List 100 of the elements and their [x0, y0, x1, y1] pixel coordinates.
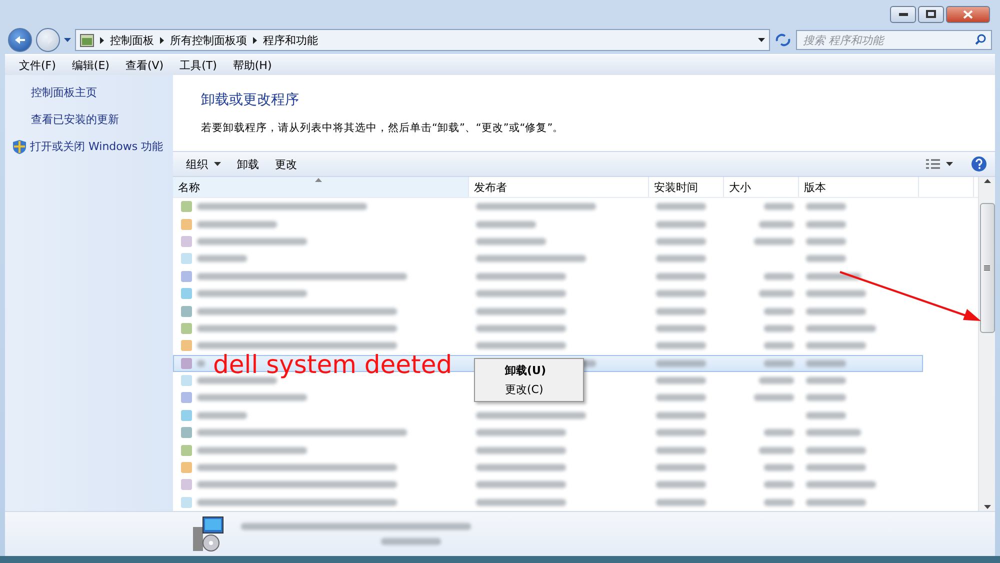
back-button[interactable] [8, 28, 32, 52]
blurred-text [759, 220, 794, 228]
blurred-text [806, 464, 866, 472]
sidebar-link[interactable]: 控制面板主页 [13, 85, 173, 100]
context-menu-item[interactable]: 卸载(U) [477, 361, 581, 380]
blurred-text [806, 324, 876, 332]
blurred-text [656, 446, 706, 454]
grip-icon [984, 265, 990, 271]
program-icon[interactable] [180, 218, 193, 231]
search-field[interactable]: 搜索 程序和功能 [796, 30, 992, 50]
blurred-text [764, 498, 794, 506]
menu-item[interactable]: 编辑(E) [66, 58, 116, 72]
caret-icon [946, 162, 953, 166]
program-icon[interactable] [180, 339, 193, 352]
program-icon[interactable] [180, 356, 193, 370]
program-icon[interactable] [180, 391, 193, 404]
program-icon[interactable] [180, 496, 193, 509]
blurred-text [759, 290, 794, 298]
menu-item[interactable]: 帮助(H) [226, 58, 278, 72]
blurred-text [381, 538, 441, 545]
program-icon[interactable] [180, 408, 193, 422]
blurred-text [656, 464, 706, 472]
page-heading: 卸载或更改程序 [201, 91, 300, 109]
blurred-text [764, 481, 794, 488]
blurred-text [806, 412, 846, 419]
minimize-icon [898, 12, 908, 16]
blurred-text [656, 272, 706, 280]
close-button[interactable] [946, 6, 990, 22]
blurred-text [806, 377, 846, 384]
context-menu-item[interactable]: 更改(C) [477, 380, 581, 399]
program-icon[interactable] [180, 234, 193, 248]
program-icon[interactable] [180, 426, 193, 440]
description-text: 若要卸载程序，请从列表中将其选中，然后单击“卸载”、“更改”或“修复”。 [201, 121, 565, 135]
blurred-text [764, 203, 794, 210]
toolbar-button[interactable]: 更改 [270, 154, 302, 174]
blurred-text [656, 290, 706, 298]
blurred-text [197, 255, 247, 262]
forward-button[interactable] [36, 28, 60, 52]
blurred-text [476, 238, 546, 245]
scroll-down-icon[interactable] [984, 505, 990, 509]
chevron-icon[interactable] [100, 36, 104, 44]
blurred-text [806, 238, 846, 245]
program-icon[interactable] [180, 444, 193, 457]
program-icon[interactable] [180, 478, 193, 492]
menu-item[interactable]: 查看(V) [119, 58, 170, 72]
blurred-text [759, 446, 794, 454]
program-icon[interactable] [180, 304, 193, 318]
blurred-text [656, 203, 706, 210]
blurred-text [656, 394, 706, 402]
search-icon[interactable] [975, 34, 986, 45]
blurred-text [656, 481, 706, 488]
column-header[interactable]: 名称 [173, 177, 469, 197]
chevron-icon[interactable] [253, 36, 257, 44]
blurred-text [656, 324, 706, 332]
close-icon [963, 10, 973, 18]
breadcrumb[interactable]: 程序和功能 [263, 32, 318, 48]
scroll-up-icon[interactable] [984, 179, 990, 183]
refresh-icon[interactable] [774, 33, 792, 47]
toolbar-button[interactable]: 卸载 [232, 154, 264, 174]
blurred-text [764, 342, 794, 350]
view-options-icon[interactable] [926, 158, 940, 170]
blurred-text [759, 377, 794, 384]
blurred-text [764, 429, 794, 436]
breadcrumb[interactable]: 所有控制面板项 [170, 32, 247, 48]
toolbar-button[interactable]: 组织 [181, 154, 226, 174]
blurred-text [656, 412, 706, 419]
sidebar-link[interactable]: 查看已安装的更新 [13, 112, 173, 127]
program-icon[interactable] [180, 200, 193, 214]
blurred-text [806, 308, 866, 315]
minimize-button[interactable] [890, 6, 916, 22]
blurred-text [656, 360, 706, 367]
blurred-text [806, 203, 846, 210]
program-icon[interactable] [180, 322, 193, 335]
blurred-text [197, 412, 247, 419]
program-icon[interactable] [180, 461, 193, 474]
blurred-text [197, 360, 205, 367]
sidebar-link[interactable]: 打开或关闭 Windows 功能 [13, 139, 173, 154]
program-icon[interactable] [180, 287, 193, 300]
blurred-text [806, 360, 846, 367]
chevron-icon[interactable] [160, 36, 164, 44]
dropdown-icon[interactable] [758, 38, 765, 42]
blurred-text [806, 255, 846, 262]
back-arrow-icon [14, 35, 26, 45]
menu-item[interactable]: 文件(F) [13, 58, 62, 72]
blurred-text [476, 220, 536, 228]
program-icon[interactable] [180, 374, 193, 388]
blurred-text [764, 272, 794, 280]
maximize-icon [926, 10, 936, 18]
scrollbar[interactable] [978, 177, 995, 511]
program-icon[interactable] [180, 270, 193, 283]
shield-icon [13, 140, 26, 154]
blurred-text [656, 255, 706, 262]
blurred-text [656, 377, 706, 384]
blurred-text [764, 324, 794, 332]
maximize-button[interactable] [918, 6, 944, 22]
program-icon[interactable] [180, 252, 193, 266]
address-bar[interactable]: 控制面板 所有控制面板项 程序和功能 [75, 29, 770, 51]
menu-item[interactable]: 工具(T) [174, 58, 223, 72]
help-icon[interactable] [971, 156, 987, 172]
breadcrumb[interactable]: 控制面板 [110, 32, 154, 48]
